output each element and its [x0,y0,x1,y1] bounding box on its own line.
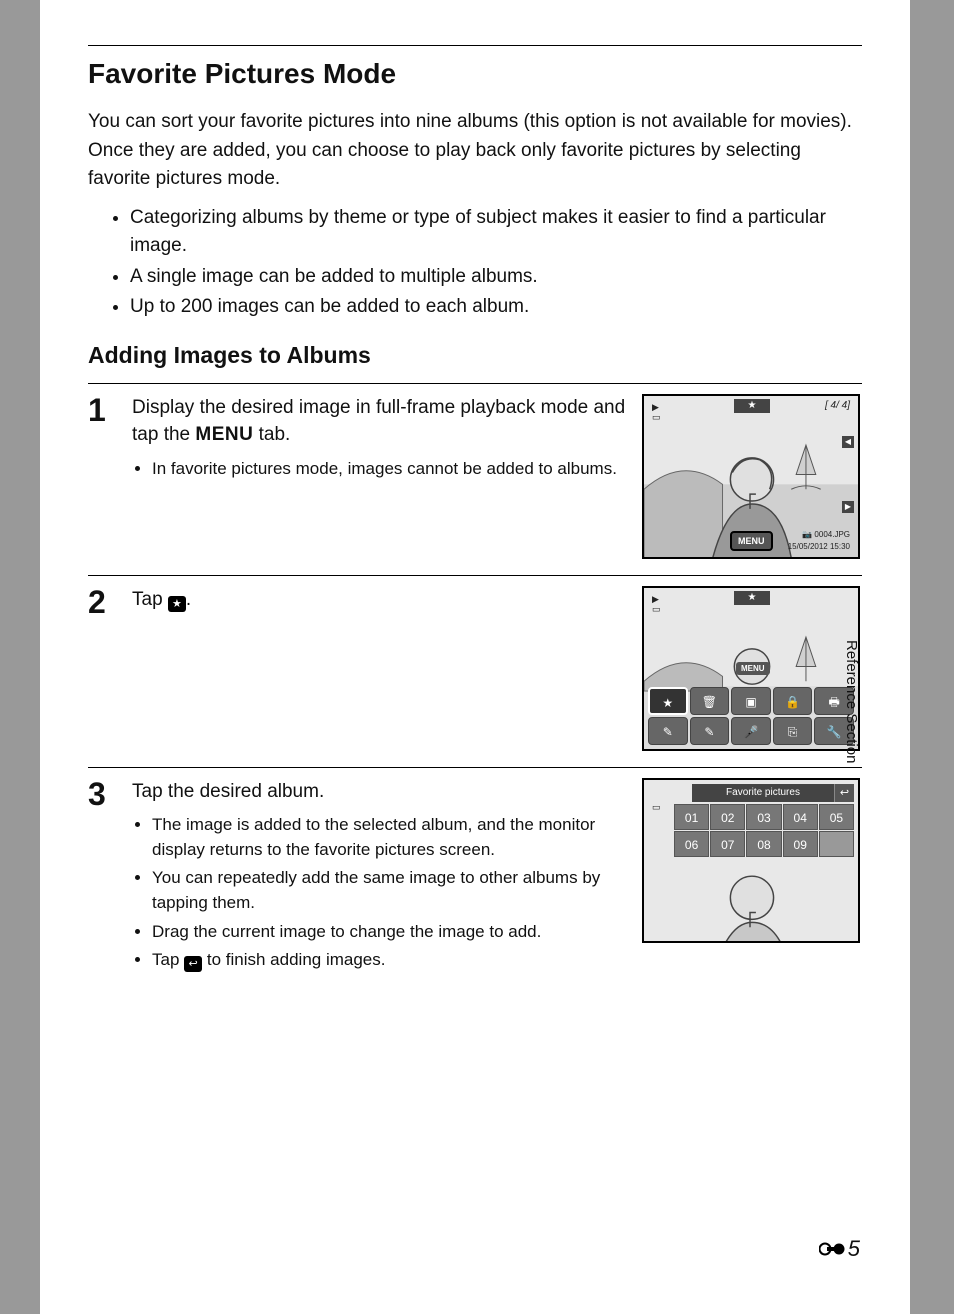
album-cell: 02 [710,804,745,830]
album-cell: 05 [819,804,854,830]
playback-icon: ▶▭ [652,402,661,424]
back-icon: ↩ [834,784,854,802]
step-3: 3 Tap the desired album. The image is ad… [88,767,862,977]
sub-bullet: Tap ↩ to finish adding images. [152,948,628,973]
menu-slideshow-icon: ▣ [731,687,771,715]
album-cell: 04 [783,804,818,830]
playback-icon: ▭ [652,802,661,813]
step-number: 1 [88,394,118,559]
menu-paint-icon: ✎ [648,717,688,745]
album-cell: 01 [674,804,709,830]
album-cell: 07 [710,831,745,857]
step-title: Display the desired image in full-frame … [132,394,628,449]
menu-copy-icon: ⎘ [773,717,813,745]
arrow-right-icon: ▶ [842,501,854,513]
step-number: 3 [88,778,118,977]
step-body: Tap ★. [132,586,628,751]
intro-paragraph: You can sort your favorite pictures into… [88,108,862,194]
page-number: 5 [819,1236,860,1262]
arrow-left-icon: ◀ [842,436,854,448]
menu-trash-icon: 🗑 [690,687,730,715]
menu-retouch-icon: ✎ [690,717,730,745]
menu-protect-icon: 🔒 [773,687,813,715]
reference-page-icon [819,1240,845,1258]
star-tab: ★ [734,399,770,413]
album-cell: 08 [746,831,781,857]
playback-icon: ▶▭ [652,594,661,616]
subheading: Adding Images to Albums [88,342,862,369]
star-tab: ★ [734,591,770,605]
step-title: Tap ★. [132,586,628,614]
menu-favorite-icon: ★ [648,687,688,715]
step-sub-bullets: In favorite pictures mode, images cannot… [132,457,628,482]
favorite-header-text: Favorite pictures [692,784,834,802]
image-counter: [ 4/ 4] [825,400,850,411]
section-tab-label: Reference Section [843,640,860,763]
favorite-header: Favorite pictures ↩ [692,784,854,802]
menu-tab: MENU [730,531,773,551]
sub-bullet: The image is added to the selected album… [152,813,628,862]
page-title: Favorite Pictures Mode [88,45,862,90]
back-icon: ↩ [184,956,202,972]
datetime-label: 15/05/2012 15:30 [788,542,850,551]
menu-voice-icon: 🎤 [731,717,771,745]
bullet-item: Categorizing albums by theme or type of … [130,204,862,261]
step-number: 2 [88,586,118,751]
step-title: Tap the desired album. [132,778,628,806]
album-cell: 06 [674,831,709,857]
album-grid: 01 02 03 04 05 06 07 08 09 [674,804,854,857]
bullet-item: Up to 200 images can be added to each al… [130,293,862,322]
step-figure: ▶▭ ★ [ 4/ 4] ◀ ▶ 📷 0004.JPG 15/05/2012 1… [642,394,862,559]
album-cell: 09 [783,831,818,857]
album-cell: 03 [746,804,781,830]
sub-bullet: In favorite pictures mode, images cannot… [152,457,628,482]
step-sub-bullets: The image is added to the selected album… [132,813,628,973]
album-cell-empty [819,831,854,857]
step-1: 1 Display the desired image in full-fram… [88,383,862,559]
step-body: Display the desired image in full-frame … [132,394,628,559]
menu-icon-grid: ★ 🗑 ▣ 🔒 🖶 ✎ ✎ 🎤 ⎘ 🔧 [648,687,854,745]
menu-label: MENU [195,424,253,445]
step-figure: ▭ Favorite pictures ↩ 01 02 03 04 05 06 … [642,778,862,977]
page: Favorite Pictures Mode You can sort your… [40,0,910,1314]
camera-screen-2: ▶▭ ★ MENU ★ 🗑 ▣ 🔒 🖶 ✎ ✎ 🎤 ⎘ 🔧 [642,586,860,751]
intro-bullets: Categorizing albums by theme or type of … [88,204,862,322]
section-tab [910,635,954,875]
favorite-star-icon: ★ [168,596,186,612]
filename-label: 📷 0004.JPG [802,530,850,539]
bullet-item: A single image can be added to multiple … [130,263,862,292]
step-figure: ▶▭ ★ MENU ★ 🗑 ▣ 🔒 🖶 ✎ ✎ 🎤 ⎘ 🔧 [642,586,862,751]
camera-screen-3: ▭ Favorite pictures ↩ 01 02 03 04 05 06 … [642,778,860,943]
menu-tab: MENU [736,662,770,675]
sub-bullet: You can repeatedly add the same image to… [152,866,628,915]
step-2: 2 Tap ★. ▶▭ ★ MENU ★ 🗑 [88,575,862,751]
step-body: Tap the desired album. The image is adde… [132,778,628,977]
sub-bullet: Drag the current image to change the ima… [152,920,628,945]
camera-screen-1: ▶▭ ★ [ 4/ 4] ◀ ▶ 📷 0004.JPG 15/05/2012 1… [642,394,860,559]
